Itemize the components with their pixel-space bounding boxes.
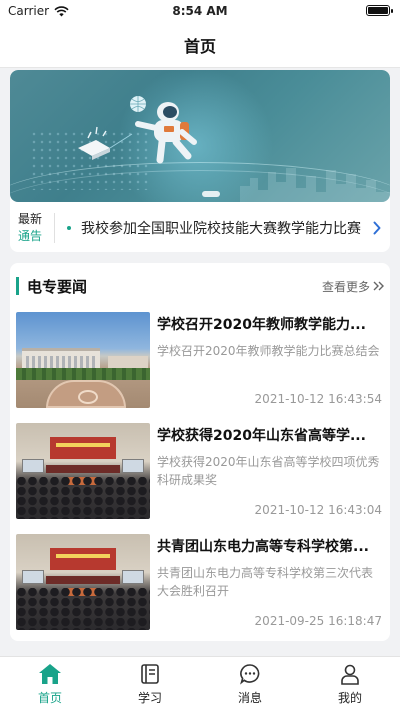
book-icon bbox=[137, 662, 163, 686]
news-list-item[interactable]: 共青团山东电力高等专科学校第... 共青团山东电力高等专科学校第三次代表大会胜利… bbox=[16, 534, 384, 630]
news-description: 学校获得2020年山东省高等学校四项优秀科研成果奖 bbox=[157, 455, 380, 487]
status-time: 8:54 AM bbox=[172, 4, 228, 18]
tab-profile[interactable]: 我的 bbox=[300, 657, 400, 711]
profile-icon bbox=[337, 662, 363, 686]
tab-label: 我的 bbox=[337, 691, 362, 705]
page-title: 首页 bbox=[183, 36, 216, 56]
banner-carousel[interactable] bbox=[10, 70, 390, 202]
section-accent-bar bbox=[16, 277, 19, 295]
tab-label: 首页 bbox=[37, 691, 62, 705]
news-thumbnail-meeting bbox=[16, 534, 150, 630]
notice-bullet bbox=[67, 226, 71, 230]
battery-icon bbox=[366, 5, 393, 16]
bottom-tab-bar: 首页 学习 消息 我的 bbox=[0, 656, 400, 711]
status-bar: Carrier 8:54 AM bbox=[0, 0, 400, 22]
news-title: 学校召开2020年教师教学能力... bbox=[157, 317, 366, 333]
tab-label: 消息 bbox=[237, 691, 262, 705]
news-date: 2021-10-12 16:43:54 bbox=[254, 392, 382, 406]
news-section: 电专要闻 查看更多 学校召开2020年教师教学能力... 学校召开2020年教师… bbox=[10, 263, 390, 641]
news-list-item[interactable]: 学校获得2020年山东省高等学... 学校获得2020年山东省高等学校四项优秀科… bbox=[16, 423, 384, 519]
chevron-right-icon[interactable] bbox=[364, 221, 390, 235]
news-title: 共青团山东电力高等专科学校第... bbox=[157, 539, 369, 555]
news-thumbnail-meeting bbox=[16, 423, 150, 519]
home-icon bbox=[37, 662, 63, 686]
notice-text[interactable]: 我校参加全国职业院校技能大赛教学能力比赛 bbox=[81, 218, 364, 238]
news-section-header: 电专要闻 查看更多 bbox=[10, 273, 390, 299]
news-date: 2021-10-12 16:43:04 bbox=[254, 503, 382, 517]
city-skyline-graphic bbox=[240, 168, 390, 202]
tab-home[interactable]: 首页 bbox=[0, 657, 100, 711]
news-thumbnail-campus bbox=[16, 312, 150, 408]
news-description: 学校召开2020年教师教学能力比赛总结会 bbox=[157, 344, 380, 358]
tab-study[interactable]: 学习 bbox=[100, 657, 200, 711]
message-icon bbox=[237, 662, 263, 686]
view-more-button[interactable]: 查看更多 bbox=[322, 278, 384, 295]
latest-notice-bar[interactable]: 最新 通告 我校参加全国职业院校技能大赛教学能力比赛 bbox=[10, 206, 390, 250]
astronaut-illustration bbox=[78, 96, 197, 164]
news-title: 学校获得2020年山东省高等学... bbox=[157, 428, 366, 444]
tab-messages[interactable]: 消息 bbox=[200, 657, 300, 711]
news-description: 共青团山东电力高等专科学校第三次代表大会胜利召开 bbox=[157, 566, 374, 598]
news-list-item[interactable]: 学校召开2020年教师教学能力... 学校召开2020年教师教学能力比赛总结会 … bbox=[16, 312, 384, 408]
navigation-bar: 首页 bbox=[0, 22, 400, 68]
notice-tag-line2: 通告 bbox=[18, 229, 43, 243]
double-chevron-right-icon bbox=[373, 281, 384, 291]
notice-tag: 最新 通告 bbox=[10, 211, 54, 245]
view-more-label: 查看更多 bbox=[321, 279, 370, 294]
news-section-title: 电专要闻 bbox=[27, 277, 88, 296]
carousel-page-indicator bbox=[202, 191, 220, 197]
notice-divider bbox=[54, 213, 55, 243]
tab-label: 学习 bbox=[137, 691, 162, 705]
banner-card: 最新 通告 我校参加全国职业院校技能大赛教学能力比赛 bbox=[10, 70, 390, 252]
notice-tag-line1: 最新 bbox=[18, 212, 43, 226]
news-date: 2021-09-25 16:18:47 bbox=[254, 614, 382, 628]
